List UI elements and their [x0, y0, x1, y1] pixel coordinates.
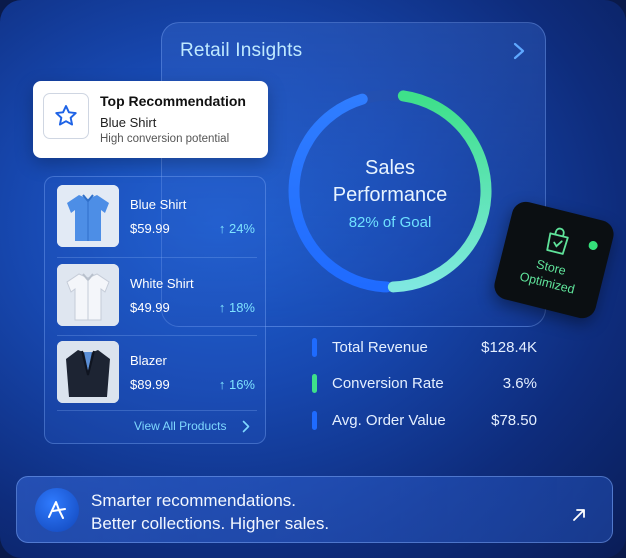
- metric-value: $78.50: [491, 412, 537, 429]
- recommendation-title: Top Recommendation: [100, 93, 246, 109]
- retail-insights-title: Retail Insights: [180, 40, 303, 61]
- metric-label: Total Revenue: [332, 339, 428, 356]
- arrow-up-right-icon[interactable]: [571, 507, 587, 523]
- brand-logo-icon: [35, 488, 79, 532]
- metric-value: 3.6%: [502, 375, 537, 392]
- sales-performance-title-line1: Sales: [364, 157, 416, 179]
- list-item[interactable]: White Shirt $49.99 ↑ 18%: [57, 264, 257, 334]
- metric-indicator: [312, 411, 317, 430]
- metric-indicator: [312, 338, 317, 357]
- banner-line-1: Smarter recommendations.: [91, 491, 297, 510]
- metric-value: $128.4K: [481, 339, 537, 356]
- view-all-products-link[interactable]: View All Products: [134, 419, 227, 433]
- metric-row-avg-order-value: Avg. Order Value $78.50: [312, 411, 542, 431]
- white-shirt-image: [57, 264, 119, 326]
- star-icon: [55, 105, 77, 126]
- goal-percentage: 82% of Goal: [348, 214, 432, 231]
- product-trend: ↑ 24%: [218, 221, 255, 236]
- chevron-right-icon[interactable]: [242, 420, 250, 433]
- shopping-bag-icon: [546, 227, 569, 255]
- top-recommendation-card[interactable]: Top Recommendation Blue Shirt High conve…: [33, 81, 268, 158]
- app-canvas: Retail Insights Top Recommendation Blue …: [0, 0, 626, 558]
- blue-shirt-image: [57, 185, 119, 247]
- product-list: Blue Shirt $59.99 ↑ 24% White Shirt $49.…: [44, 176, 266, 444]
- banner-line-2: Better collections. Higher sales.: [91, 514, 330, 533]
- divider: [57, 335, 257, 336]
- divider: [57, 410, 257, 411]
- badge-label: Store Optimized: [502, 249, 597, 302]
- sales-performance-title-line2: Performance: [332, 184, 448, 206]
- product-name: White Shirt: [130, 276, 194, 291]
- star-icon-box: [43, 93, 89, 139]
- product-name: Blazer: [130, 353, 167, 368]
- product-price: $59.99: [130, 221, 170, 236]
- metric-row-conversion-rate: Conversion Rate 3.6%: [312, 374, 542, 394]
- chevron-right-icon[interactable]: [512, 41, 526, 61]
- sales-performance-title: Sales Performance: [300, 155, 480, 209]
- recommendation-subtitle: High conversion potential: [100, 133, 230, 145]
- product-price: $49.99: [130, 300, 170, 315]
- metric-label: Conversion Rate: [332, 375, 444, 392]
- status-dot: [587, 240, 599, 251]
- blazer-image: [57, 341, 119, 403]
- promo-banner[interactable]: Smarter recommendations. Better collecti…: [16, 476, 613, 543]
- metric-label: Avg. Order Value: [332, 412, 446, 429]
- product-name: Blue Shirt: [130, 197, 187, 212]
- metric-row-total-revenue: Total Revenue $128.4K: [312, 338, 542, 358]
- list-item[interactable]: Blue Shirt $59.99 ↑ 24%: [57, 185, 257, 255]
- product-trend: ↑ 16%: [218, 377, 255, 392]
- recommendation-product: Blue Shirt: [100, 115, 157, 130]
- divider: [57, 257, 257, 258]
- product-price: $89.99: [130, 377, 170, 392]
- metric-indicator: [312, 374, 317, 393]
- product-trend: ↑ 18%: [218, 300, 255, 315]
- list-item[interactable]: Blazer $89.99 ↑ 16%: [57, 341, 257, 411]
